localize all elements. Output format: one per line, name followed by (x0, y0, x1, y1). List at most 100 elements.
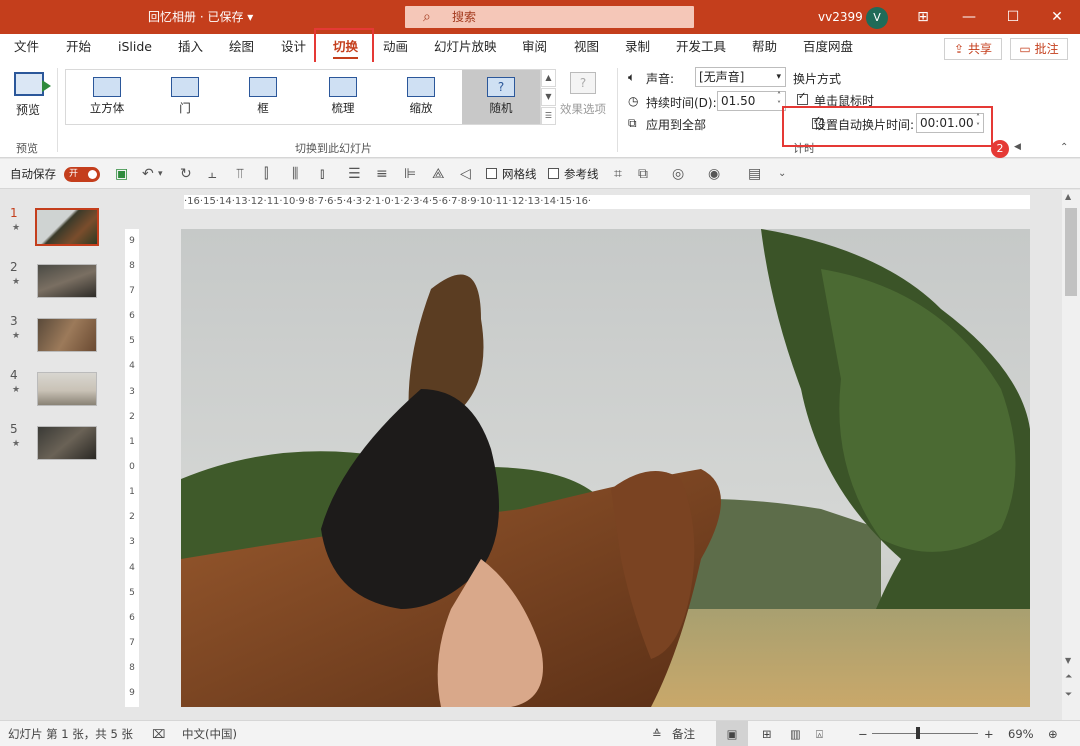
ruler-tick-label: 9 (129, 236, 135, 246)
spell-check-icon[interactable]: ⌧ (152, 721, 165, 746)
transition-comb[interactable]: 梳理 (304, 70, 382, 124)
gallery-up-icon[interactable]: ▲ (541, 69, 556, 87)
apply-all-button[interactable]: 应用到全部 (646, 116, 706, 133)
merge-shapes-icon[interactable]: ◎ (672, 165, 684, 183)
slide-thumbnail-2[interactable] (37, 264, 97, 298)
user-name[interactable]: vv2399 (818, 0, 863, 34)
crop-icon[interactable]: ⌗ (614, 165, 622, 183)
gridlines-checkbox[interactable] (486, 168, 497, 179)
slide-number: 1 (10, 206, 18, 220)
slide-thumbnail-5[interactable] (37, 426, 97, 460)
align-left-icon[interactable]: ⊫ (404, 165, 416, 183)
tab-islide[interactable]: iSlide (118, 34, 152, 62)
fit-to-window-icon[interactable]: ⊕ (1048, 721, 1058, 746)
shadow-icon[interactable]: ◉ (708, 165, 720, 183)
reading-view-icon[interactable]: ▥ (790, 721, 801, 746)
scroll-thumb[interactable] (1065, 208, 1077, 296)
distribute-center-icon[interactable]: ⫾ (320, 165, 324, 183)
gallery-more-icon[interactable]: ☰ (541, 107, 556, 125)
avatar[interactable]: V (866, 7, 888, 29)
zoom-slider-track[interactable] (872, 733, 978, 734)
slide-sorter-icon[interactable]: ⊞ (762, 721, 772, 746)
transition-box[interactable]: 框 (224, 70, 302, 124)
tab-home[interactable]: 开始 (66, 34, 91, 62)
preview-button[interactable]: 预览 (16, 101, 40, 118)
zoom-in-button[interactable]: + (984, 721, 994, 746)
undo-icon[interactable]: ↶ (142, 165, 154, 183)
search-box[interactable]: ⌕ 搜索 (405, 6, 694, 28)
slideshow-icon[interactable]: ⍓ (816, 721, 823, 746)
selection-pane-icon[interactable]: ▤ (748, 165, 761, 183)
language[interactable]: 中文(中国) (182, 721, 237, 746)
slide-thumbnail-4[interactable] (37, 372, 97, 406)
minimize-button[interactable]: — (948, 0, 990, 34)
restore-button[interactable]: ☐ (992, 0, 1034, 34)
zoom-slider-thumb[interactable] (916, 727, 920, 739)
vertical-scrollbar[interactable]: ▲ ▼ ⏶ ⏷ (1062, 190, 1080, 720)
tab-draw[interactable]: 绘图 (229, 34, 254, 62)
ruler-tick-label: 4 (129, 563, 135, 573)
align-center-icon[interactable]: ☰ (348, 165, 361, 183)
tab-slideshow[interactable]: 幻灯片放映 (434, 34, 497, 62)
tab-baidu-netdisk[interactable]: 百度网盘 (803, 34, 853, 62)
document-title[interactable]: 回忆相册 · 已保存 ▾ (148, 0, 253, 34)
gallery-down-icon[interactable]: ▼ (541, 88, 556, 106)
share-button[interactable]: ⇪ 共享 (944, 38, 1002, 60)
ruler-tick-label: 9 (129, 688, 135, 698)
duration-input[interactable]: 01.50 ˄ ˅ (717, 91, 786, 111)
collapse-ribbon-icon[interactable]: ⌃ (1060, 142, 1068, 153)
previous-slide-icon[interactable]: ⏶ (1065, 672, 1072, 682)
highlight-box-auto-advance (782, 106, 993, 147)
slide-canvas[interactable] (181, 229, 1030, 707)
tab-animations[interactable]: 动画 (383, 34, 408, 62)
distribute-horizontal-icon[interactable]: ⫼ (292, 165, 298, 183)
flip-icon[interactable]: ⟁ (432, 165, 445, 183)
shapes-icon[interactable]: ⧉ (638, 165, 648, 183)
autosave-toggle[interactable]: 开 (64, 167, 100, 182)
tab-developer[interactable]: 开发工具 (676, 34, 726, 62)
tab-help[interactable]: 帮助 (752, 34, 777, 62)
zoom-out-button[interactable]: − (858, 721, 868, 746)
ruler-tick-label: 1 (129, 487, 135, 497)
preview-icon[interactable] (14, 72, 51, 96)
save-icon[interactable]: ▣ (115, 165, 128, 183)
slide-thumbnail-1[interactable] (35, 208, 99, 246)
ruler-tick-label: 7 (129, 638, 135, 648)
transition-random[interactable]: ? 随机 (462, 70, 540, 124)
comment-button[interactable]: ▭ 批注 (1010, 38, 1068, 60)
customize-qat-icon[interactable]: ⌄ (778, 165, 786, 183)
on-click-checkbox[interactable] (797, 91, 808, 105)
chart-icon[interactable]: ⫠ (208, 165, 216, 183)
zoom-level[interactable]: 69% (1008, 721, 1034, 746)
align-middle-icon[interactable]: ⫿ (264, 165, 268, 183)
scroll-down-icon[interactable]: ▼ (1065, 656, 1071, 665)
redo-icon[interactable]: ↻ (180, 165, 192, 183)
slide-thumbnail-pane: 1 ★ 2 ★ 3 ★ 4 ★ 5 ★ (0, 190, 120, 720)
transition-cube[interactable]: 立方体 (68, 70, 146, 124)
close-button[interactable]: ✕ (1036, 0, 1078, 34)
dialog-launcher-icon[interactable]: ◀ (1014, 142, 1021, 152)
tab-record[interactable]: 录制 (625, 34, 650, 62)
slide-thumbnail-3[interactable] (37, 318, 97, 352)
tab-review[interactable]: 审阅 (522, 34, 547, 62)
random-icon: ? (487, 77, 515, 97)
notes-button[interactable]: 备注 (672, 721, 695, 746)
effect-options-button[interactable]: 效果选项 (560, 101, 606, 117)
ribbon-display-icon[interactable]: ⊞ (902, 0, 944, 34)
chevron-down-icon[interactable]: ▾ (158, 165, 163, 183)
tab-view[interactable]: 视图 (574, 34, 599, 62)
sound-select[interactable]: [无声音] ▾ (695, 67, 786, 87)
triangle-icon[interactable]: ◁ (460, 165, 471, 183)
align-top-icon[interactable]: ⫪ (236, 165, 244, 183)
spinner-icon[interactable]: ˄ ˅ (777, 91, 781, 109)
transition-zoom[interactable]: 缩放 (382, 70, 460, 124)
scroll-up-icon[interactable]: ▲ (1065, 192, 1071, 201)
tab-design[interactable]: 设计 (281, 34, 306, 62)
guides-checkbox[interactable] (548, 168, 559, 179)
tab-insert[interactable]: 插入 (178, 34, 203, 62)
normal-view-icon[interactable]: ▣ (716, 721, 748, 746)
next-slide-icon[interactable]: ⏷ (1065, 690, 1072, 700)
align-right-icon[interactable]: ≡ (376, 165, 388, 183)
tab-file[interactable]: 文件 (14, 34, 39, 62)
transition-door[interactable]: 门 (146, 70, 224, 124)
